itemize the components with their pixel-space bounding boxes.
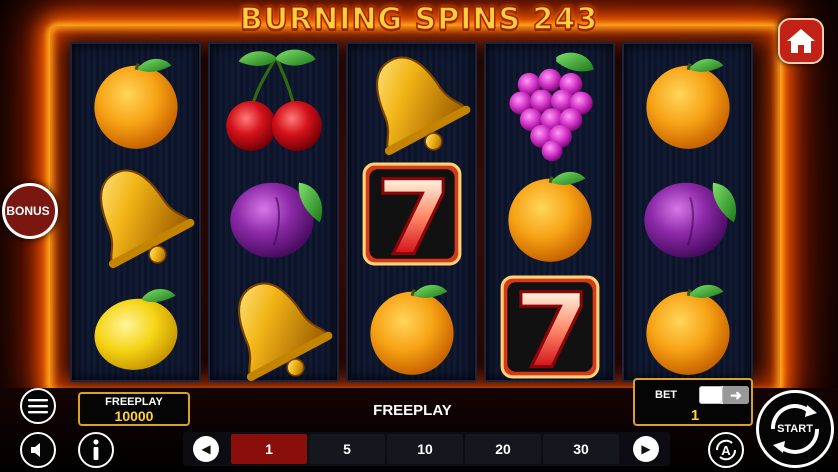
cherry-symbol — [224, 47, 323, 152]
reel-2-symbol-3 — [208, 262, 343, 398]
bet-label: BET — [655, 389, 677, 401]
speaker-icon — [31, 443, 40, 457]
balance-value: 10000 — [114, 408, 154, 424]
home-button[interactable] — [778, 18, 824, 64]
reel-2-symbol-2 — [210, 157, 337, 270]
sound-button[interactable] — [20, 432, 56, 468]
bell-symbol — [346, 36, 481, 172]
autoplay-button[interactable]: A — [708, 432, 744, 468]
plum-symbol — [642, 181, 737, 259]
orange-symbol — [506, 169, 593, 263]
reel-1-symbol-3 — [72, 270, 199, 383]
reel-3-symbol-2 — [348, 157, 475, 270]
menu-icon — [28, 399, 48, 414]
bonus-label: BONUS — [6, 204, 50, 218]
reel-3-symbol-3 — [348, 270, 475, 383]
line-option-20[interactable]: 20 — [465, 434, 541, 464]
game-screen: BURNING SPINS 243 BONUS FREEPLAY 10000 F… — [0, 0, 838, 472]
balance-panel: FREEPLAY 10000 — [78, 392, 190, 426]
bet-value: 1 — [690, 407, 700, 424]
orange-symbol — [92, 56, 179, 150]
reel-1-symbol-2 — [70, 149, 205, 285]
lemon-symbol — [88, 288, 183, 376]
line-option-10[interactable]: 10 — [387, 434, 463, 464]
bell-symbol — [70, 149, 205, 285]
lines-selector: ◀ 1 5 10 20 30 ▶ — [183, 432, 670, 466]
reel-3 — [346, 36, 481, 383]
autoplay-icon: A — [715, 439, 737, 461]
seven-symbol — [500, 275, 599, 378]
menu-button[interactable] — [20, 388, 56, 424]
reel-5 — [622, 42, 753, 382]
lines-next-button[interactable]: ▶ — [633, 436, 659, 462]
line-option-1[interactable]: 1 — [231, 434, 307, 464]
status-text: FREEPLAY — [373, 402, 452, 419]
reel-3-symbol-1 — [346, 36, 481, 172]
reel-4 — [484, 42, 615, 382]
chevron-right-icon: ▶ — [641, 442, 651, 456]
game-title: BURNING SPINS 243 — [239, 1, 599, 38]
bet-toggle-knob — [699, 386, 723, 404]
reel-5-symbol-1 — [624, 44, 751, 157]
info-icon — [93, 439, 99, 460]
orange-symbol — [644, 56, 731, 150]
seven-symbol — [362, 162, 461, 265]
orange-symbol — [368, 282, 455, 376]
line-option-30[interactable]: 30 — [543, 434, 619, 464]
start-label: START — [777, 423, 813, 435]
reel-2 — [208, 42, 343, 398]
reel-5-symbol-3 — [624, 270, 751, 383]
bet-panel: BET ➜ 1 — [633, 378, 753, 426]
reel-4-symbol-3 — [486, 270, 613, 383]
reel-4-symbol-2 — [486, 157, 613, 270]
bet-toggle[interactable]: ➜ — [699, 386, 749, 404]
start-button[interactable]: START — [756, 390, 834, 468]
orange-symbol — [644, 282, 731, 376]
bell-symbol — [208, 262, 343, 398]
reel-2-symbol-1 — [210, 44, 337, 157]
info-button[interactable] — [78, 432, 114, 468]
reel-5-symbol-2 — [624, 157, 751, 270]
chevron-left-icon: ◀ — [201, 442, 211, 456]
reel-1-symbol-1 — [72, 44, 199, 157]
home-icon — [787, 29, 815, 53]
reel-4-symbol-1 — [486, 44, 613, 161]
plum-symbol — [228, 181, 323, 259]
line-option-5[interactable]: 5 — [309, 434, 385, 464]
arrow-right-icon: ➜ — [723, 386, 749, 404]
svg-text:A: A — [721, 443, 731, 458]
grapes-symbol — [508, 52, 594, 161]
balance-label: FREEPLAY — [105, 396, 163, 408]
reel-1 — [70, 42, 205, 383]
lines-prev-button[interactable]: ◀ — [193, 436, 219, 462]
bonus-button[interactable]: BONUS — [2, 183, 58, 239]
